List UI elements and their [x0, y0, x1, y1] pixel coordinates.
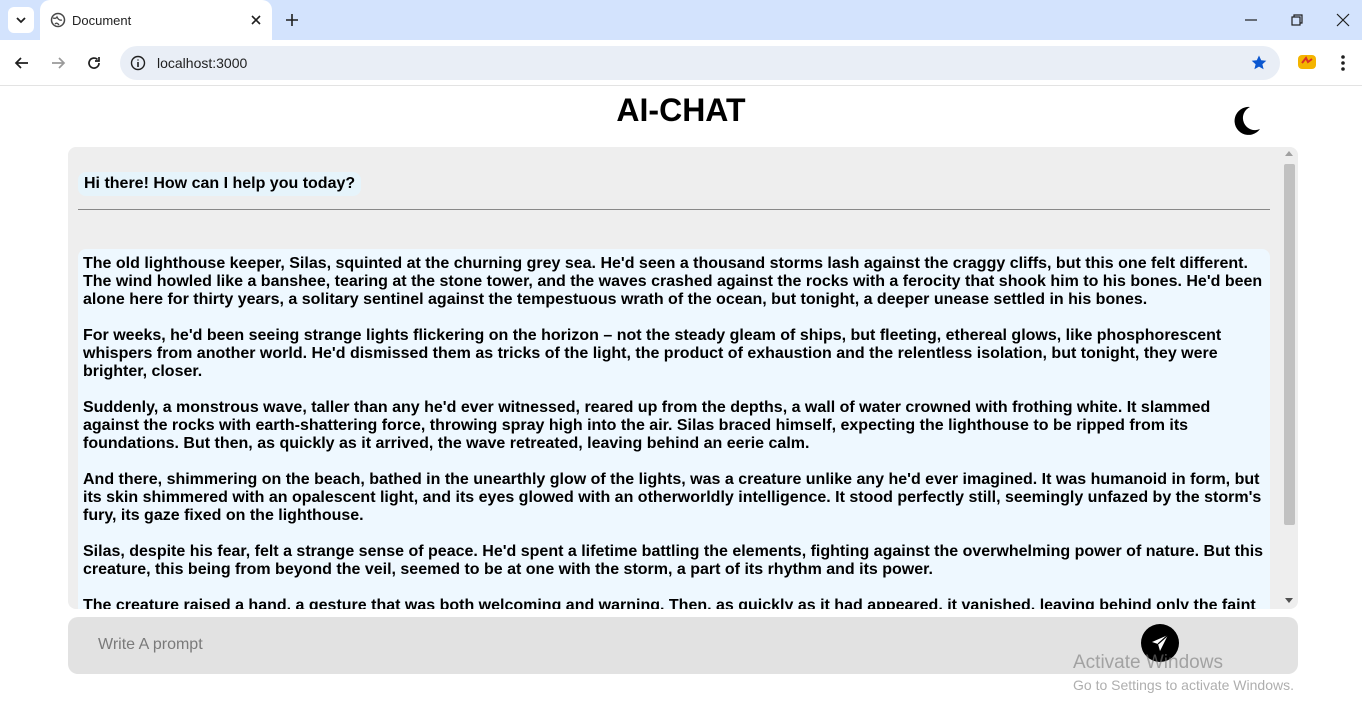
response-paragraph: For weeks, he'd been seeing strange ligh…	[83, 327, 1222, 380]
restore-icon[interactable]	[1288, 11, 1306, 29]
paper-plane-icon	[1152, 634, 1169, 651]
site-info-icon[interactable]	[130, 55, 146, 71]
scroll-down-arrow[interactable]	[1285, 598, 1293, 603]
chat-messages: Hi there! How can I help you today? The …	[78, 147, 1270, 609]
globe-icon	[50, 12, 66, 28]
minimize-icon[interactable]	[1242, 11, 1260, 29]
tab-title: Document	[72, 13, 132, 28]
chevron-down-icon	[16, 17, 26, 24]
extension-icon	[1298, 55, 1316, 69]
chat-container[interactable]: Hi there! How can I help you today? The …	[68, 147, 1298, 609]
extension-button[interactable]	[1296, 51, 1318, 78]
reload-icon[interactable]	[84, 53, 104, 73]
response-paragraph: Silas, despite his fear, felt a strange …	[83, 543, 1264, 578]
browser-tab-bar: Document	[0, 0, 1362, 40]
forward-arrow-icon[interactable]	[48, 53, 68, 73]
window-close-icon[interactable]	[1334, 11, 1352, 29]
activation-watermark-title: Activate Windows	[1073, 652, 1223, 673]
browser-toolbar: localhost:3000	[0, 40, 1362, 86]
response-paragraph: And there, shimmering on the beach, bath…	[83, 471, 1262, 524]
prompt-input[interactable]	[88, 627, 1128, 663]
url-text[interactable]: localhost:3000	[157, 55, 247, 71]
tab-search-button[interactable]	[8, 7, 34, 33]
scroll-thumb[interactable]	[1284, 164, 1295, 525]
theme-toggle-button[interactable]	[1232, 104, 1264, 138]
browser-tab[interactable]: Document	[40, 0, 272, 40]
new-tab-icon[interactable]	[282, 10, 302, 30]
more-menu-icon[interactable]	[1340, 53, 1346, 73]
response-paragraph: The old lighthouse keeper, Silas, squint…	[83, 255, 1263, 308]
close-icon[interactable]	[247, 11, 265, 29]
ai-response-message: The old lighthouse keeper, Silas, squint…	[78, 249, 1270, 609]
scroll-up-arrow[interactable]	[1285, 151, 1293, 156]
address-bar[interactable]: localhost:3000	[120, 46, 1280, 80]
response-paragraph: Suddenly, a monstrous wave, taller than …	[83, 399, 1211, 452]
page-title: AI-CHAT	[616, 92, 746, 128]
bookmark-star-icon[interactable]	[1250, 54, 1268, 72]
greeting-message: Hi there! How can I help you today?	[78, 172, 362, 196]
response-paragraph: The creature raised a hand, a gesture th…	[83, 597, 1256, 609]
back-arrow-icon[interactable]	[12, 53, 32, 73]
chat-scrollbar[interactable]	[1281, 147, 1298, 609]
divider	[78, 209, 1270, 210]
activation-watermark-subtitle: Go to Settings to activate Windows.	[1073, 677, 1294, 693]
moon-icon	[1234, 106, 1260, 135]
